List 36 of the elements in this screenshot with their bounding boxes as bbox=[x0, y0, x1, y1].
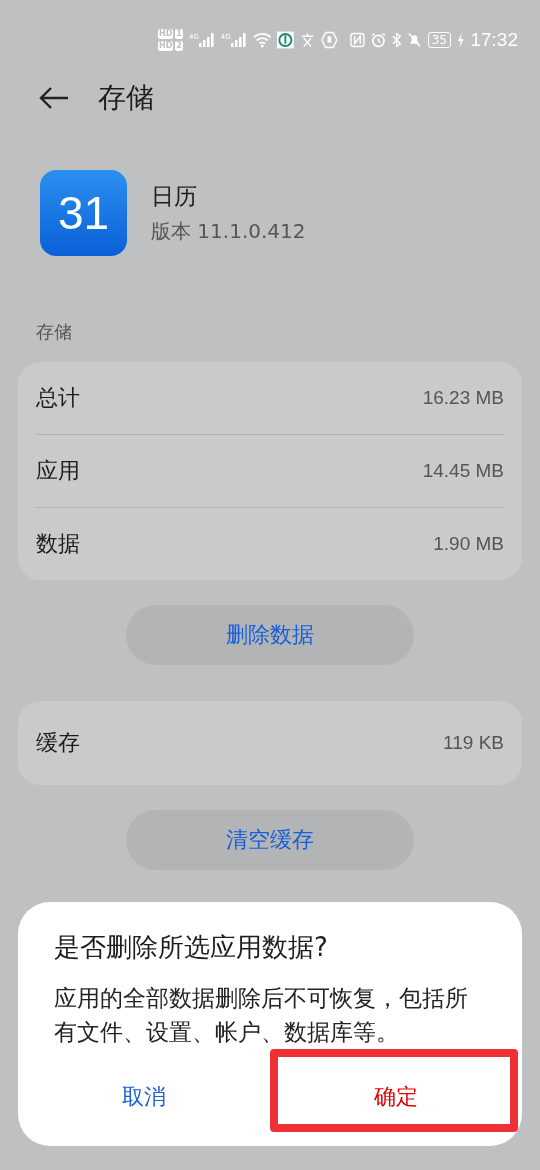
clear-cache-button[interactable]: 清空缓存 bbox=[126, 810, 414, 870]
page-title: 存储 bbox=[98, 80, 154, 116]
bluetooth-icon bbox=[391, 32, 401, 48]
clock-time: 17:32 bbox=[470, 29, 518, 51]
charging-icon bbox=[457, 32, 465, 48]
row-label: 总计 bbox=[36, 384, 80, 412]
dialog-title: 是否删除所选应用数据? bbox=[54, 931, 329, 964]
row-label: 数据 bbox=[36, 530, 80, 558]
back-arrow-icon[interactable] bbox=[38, 86, 70, 110]
row-value: 1.90 MB bbox=[433, 533, 504, 555]
section-label: 存储 bbox=[35, 320, 73, 344]
app-version: 版本 11.1.0.412 bbox=[151, 218, 306, 245]
hd-label: HD bbox=[158, 41, 174, 51]
row-value: 14.45 MB bbox=[422, 460, 504, 482]
nfc-icon bbox=[349, 32, 365, 48]
dialog-message: 应用的全部数据删除后不可恢复，包括所有文件、设置、帐户、数据库等。 bbox=[54, 984, 469, 1047]
row-value: 119 KB bbox=[443, 732, 504, 754]
signal-icon bbox=[198, 33, 215, 47]
sim-slot-label: 1 bbox=[175, 29, 183, 39]
alarm-icon bbox=[370, 32, 386, 48]
translate-icon bbox=[300, 32, 315, 48]
app-notification-icon bbox=[277, 31, 295, 49]
row-value: 16.23 MB bbox=[422, 387, 504, 409]
delete-data-button[interactable]: 删除数据 bbox=[126, 605, 414, 665]
sim-slot-label: 2 bbox=[175, 41, 183, 51]
confirm-button[interactable]: 确定 bbox=[358, 1074, 434, 1120]
hd-label: HD bbox=[158, 29, 174, 39]
app-name: 日历 bbox=[151, 182, 198, 211]
battery-level: 35 bbox=[427, 32, 451, 48]
row-label: 缓存 bbox=[36, 729, 80, 757]
calendar-app-icon: 31 bbox=[40, 170, 127, 256]
muted-bell-icon bbox=[406, 32, 422, 48]
signal-icon bbox=[230, 33, 247, 47]
row-label: 应用 bbox=[36, 457, 80, 485]
cancel-button[interactable]: 取消 bbox=[106, 1074, 182, 1120]
wifi-icon bbox=[252, 32, 272, 48]
